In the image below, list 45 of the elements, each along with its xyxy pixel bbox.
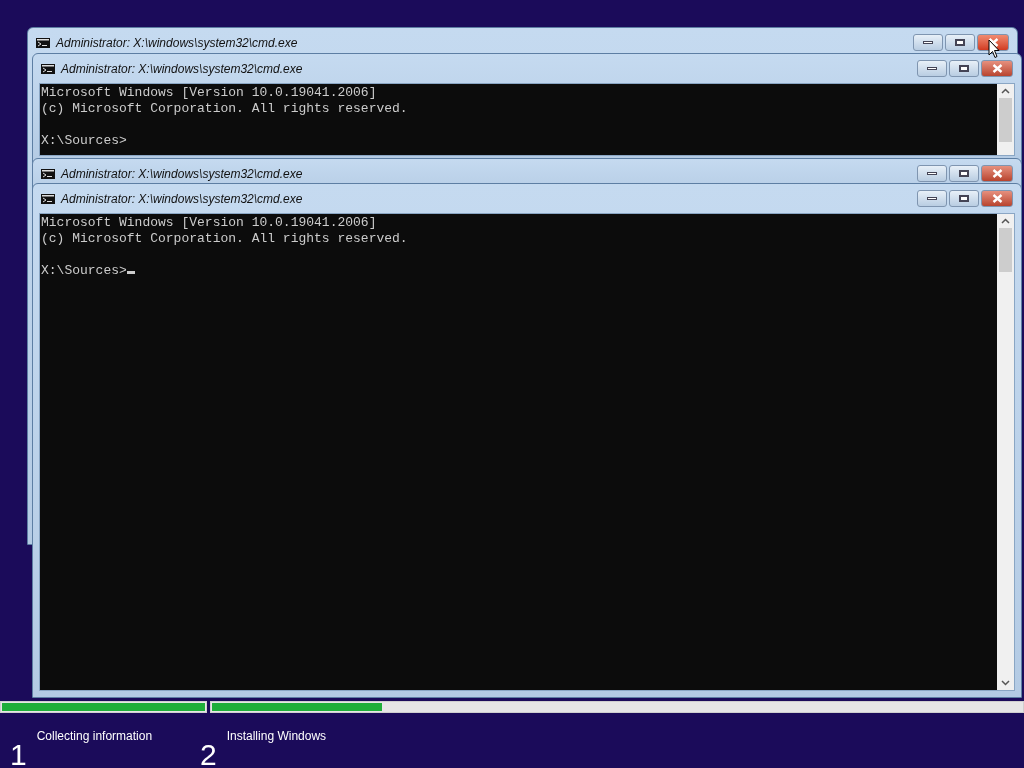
window-title: Administrator: X:\windows\system32\cmd.exe xyxy=(61,190,304,208)
scrollbar[interactable] xyxy=(997,84,1014,155)
console-icon xyxy=(36,37,50,48)
minimize-icon xyxy=(927,172,937,175)
minimize-button[interactable] xyxy=(913,34,943,51)
maximize-button[interactable] xyxy=(949,60,979,77)
minimize-icon xyxy=(927,197,937,200)
window-title: Administrator: X:\windows\system32\cmd.exe xyxy=(61,165,304,183)
console-line: Microsoft Windows [Version 10.0.19041.2006] xyxy=(41,85,377,100)
maximize-icon xyxy=(955,39,965,46)
close-icon xyxy=(991,64,1003,73)
maximize-icon xyxy=(959,65,969,72)
scroll-thumb[interactable] xyxy=(999,98,1012,142)
console-icon xyxy=(41,168,55,179)
minimize-button[interactable] xyxy=(917,165,947,182)
console-line: (c) Microsoft Corporation. All rights reserved. xyxy=(41,101,408,116)
scroll-down-icon[interactable] xyxy=(1001,680,1010,686)
scroll-thumb[interactable] xyxy=(999,228,1012,272)
console-icon xyxy=(41,193,55,204)
minimize-button[interactable] xyxy=(917,190,947,207)
maximize-button[interactable] xyxy=(945,34,975,51)
step-label: Collecting information xyxy=(36,728,153,745)
window-title: Administrator: X:\windows\system32\cmd.exe xyxy=(56,34,299,52)
scroll-up-icon[interactable] xyxy=(1001,88,1010,94)
console-icon xyxy=(41,63,55,74)
window-title: Administrator: X:\windows\system32\cmd.exe xyxy=(61,60,304,78)
maximize-button[interactable] xyxy=(949,190,979,207)
maximize-button[interactable] xyxy=(949,165,979,182)
console-prompt: X:\Sources> xyxy=(41,263,127,278)
console-line: Microsoft Windows [Version 10.0.19041.2006] xyxy=(41,215,377,230)
step-label: Installing Windows xyxy=(226,728,327,745)
maximize-icon xyxy=(959,195,969,202)
maximize-icon xyxy=(959,170,969,177)
minimize-icon xyxy=(927,67,937,70)
minimize-icon xyxy=(923,41,933,44)
minimize-button[interactable] xyxy=(917,60,947,77)
step-number: 2 xyxy=(200,739,217,768)
close-icon xyxy=(991,194,1003,203)
console-prompt: X:\Sources> xyxy=(41,133,127,148)
close-icon xyxy=(987,38,999,47)
scroll-up-icon[interactable] xyxy=(1001,218,1010,224)
close-icon xyxy=(991,169,1003,178)
scrollbar[interactable] xyxy=(997,214,1014,690)
step-number: 1 xyxy=(10,739,27,768)
console-line: (c) Microsoft Corporation. All rights reserved. xyxy=(41,231,408,246)
